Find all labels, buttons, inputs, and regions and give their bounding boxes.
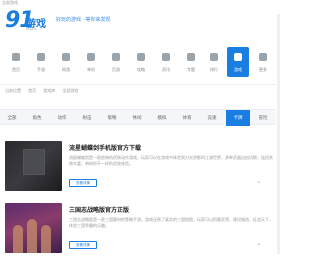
tab-strategy[interactable]: 策略	[100, 110, 124, 126]
category-more[interactable]: 更多	[252, 47, 274, 77]
site-logo[interactable]: 91 游戏 91game	[5, 8, 49, 36]
game-thumbnail[interactable]	[5, 203, 62, 253]
category-label: 手游	[37, 67, 45, 72]
breadcrumb: 当前位置 首页 游戏库 全部游戏	[5, 88, 84, 94]
tab-card[interactable]: 卡牌	[226, 110, 250, 126]
category-rank[interactable]: 排行	[203, 47, 225, 77]
site-slogan: 好玩的游戏 · 等你来发现	[56, 17, 111, 23]
category-label: 专题	[187, 67, 195, 72]
game-title[interactable]: 流星蝴蝶剑手机版官方下载	[69, 143, 141, 152]
category-topic[interactable]: 专题	[180, 47, 202, 77]
book-icon	[137, 53, 145, 61]
item-meta: ▲	[257, 180, 261, 184]
game-thumbnail[interactable]	[5, 141, 62, 191]
category-label: 单机	[87, 67, 95, 72]
tab-simulation[interactable]: 模拟	[150, 110, 174, 126]
desktop-icon	[87, 53, 95, 61]
thumbnail-art	[13, 225, 23, 253]
category-single[interactable]: 单机	[80, 47, 102, 77]
category-label: 页游	[112, 67, 120, 72]
details-button[interactable]: 查看详情	[69, 179, 97, 187]
gamepad-icon	[234, 53, 242, 61]
phone-icon	[37, 53, 45, 61]
game-description: 流星蝴蝶剑是一款经典的武侠动作游戏，玩家可以在游戏中体验到刀光剑影的江湖世界，多…	[69, 155, 273, 166]
category-guide[interactable]: 攻略	[130, 47, 152, 77]
scrollbar[interactable]	[277, 14, 280, 254]
logo-subtext: 91game	[26, 27, 37, 31]
category-label: 网游	[62, 67, 70, 72]
divider	[0, 84, 276, 85]
category-online[interactable]: 网游	[55, 47, 77, 77]
category-label: 资讯	[162, 67, 170, 72]
category-nav: 首页 手游 网游 单机 页游 攻略 资讯 专题 排行 游戏 更多	[0, 47, 276, 79]
tab-rpg[interactable]: 角色	[25, 110, 49, 126]
chart-icon	[210, 53, 218, 61]
tab-action[interactable]: 动作	[50, 110, 74, 126]
category-label: 排行	[210, 67, 218, 72]
item-meta: ▲	[257, 242, 261, 246]
thumbnail-art	[23, 149, 45, 175]
star-icon	[187, 53, 195, 61]
news-icon	[162, 53, 170, 61]
category-news[interactable]: 资讯	[155, 47, 177, 77]
list-item[interactable]: 流星蝴蝶剑手机版官方下载 流星蝴蝶剑是一款经典的武侠动作游戏，玩家可以在游戏中体…	[0, 141, 276, 199]
game-title[interactable]: 三国志战略版官方正版	[69, 205, 129, 214]
details-button[interactable]: 查看详情	[69, 241, 97, 249]
category-web[interactable]: 页游	[105, 47, 127, 77]
thumbnail-art	[41, 225, 51, 253]
tab-adventure[interactable]: 冒险	[251, 110, 275, 126]
category-label: 攻略	[137, 67, 145, 72]
category-games[interactable]: 游戏	[227, 47, 249, 77]
category-label: 更多	[259, 67, 267, 72]
category-mobile[interactable]: 手游	[30, 47, 52, 77]
category-label: 游戏	[234, 67, 242, 72]
tab-racing[interactable]: 竞速	[200, 110, 224, 126]
web-icon	[112, 53, 120, 61]
top-label: 全部游戏	[2, 0, 18, 5]
breadcrumb-library[interactable]: 游戏库	[43, 88, 55, 93]
site-header: 91 游戏 91game 好玩的游戏 · 等你来发现	[0, 8, 280, 36]
tab-sports[interactable]: 体育	[175, 110, 199, 126]
category-label: 首页	[12, 67, 20, 72]
tab-shooter[interactable]: 射击	[75, 110, 99, 126]
breadcrumb-home[interactable]: 首页	[28, 88, 36, 93]
more-icon	[259, 53, 267, 61]
list-item[interactable]: 三国志战略版官方正版 三国志战略版是一款三国题材的策略手游，游戏还原了真实的三国…	[0, 203, 276, 260]
category-home[interactable]: 首页	[5, 47, 27, 77]
game-description: 三国志战略版是一款三国题材的策略手游，游戏还原了真实的三国地图，玩家可以招募武将…	[69, 217, 273, 228]
thumbnail-art	[27, 219, 37, 253]
genre-tabs: 全部 角色 动作 射击 策略 休闲 模拟 体育 竞速 卡牌 冒险	[0, 109, 276, 126]
globe-icon	[62, 53, 70, 61]
breadcrumb-current: 全部游戏	[62, 88, 79, 93]
tab-all[interactable]: 全部	[0, 110, 24, 126]
tab-casual[interactable]: 休闲	[125, 110, 149, 126]
home-icon	[12, 53, 20, 61]
breadcrumb-prefix: 当前位置	[5, 88, 21, 93]
